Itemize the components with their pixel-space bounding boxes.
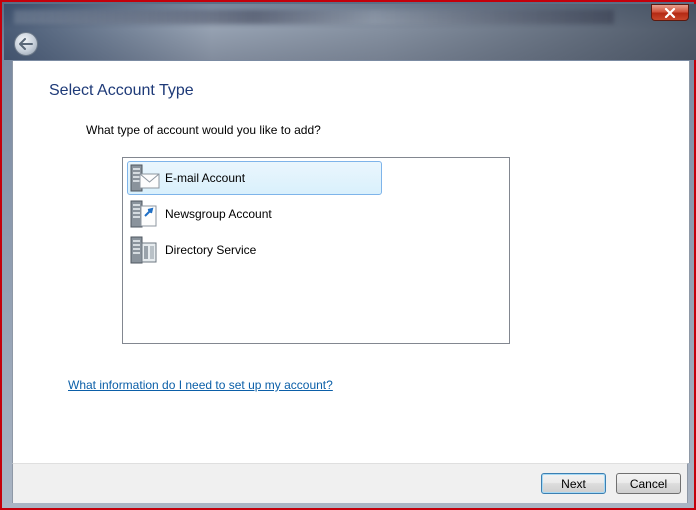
newsgroup-account-icon <box>130 200 157 228</box>
directory-service-icon <box>130 236 157 264</box>
list-item-label: Directory Service <box>165 243 257 257</box>
wizard-window: Select Account Type What type of account… <box>0 0 696 510</box>
back-button[interactable] <box>14 32 38 56</box>
cancel-button[interactable]: Cancel <box>616 473 681 494</box>
list-item-label: E-mail Account <box>165 171 246 185</box>
list-item-directory-service[interactable]: Directory Service <box>127 233 382 267</box>
list-item-label: Newsgroup Account <box>165 207 272 221</box>
email-account-icon <box>130 164 160 192</box>
list-item-email-account[interactable]: E-mail Account <box>127 161 382 195</box>
help-link[interactable]: What information do I need to set up my … <box>68 378 333 392</box>
wizard-content: Select Account Type What type of account… <box>12 61 690 463</box>
close-icon <box>664 7 676 18</box>
blurred-background-text <box>14 10 614 24</box>
question-text: What type of account would you like to a… <box>86 123 321 137</box>
page-title: Select Account Type <box>49 82 194 99</box>
next-button[interactable]: Next <box>541 473 606 494</box>
list-item-newsgroup-account[interactable]: Newsgroup Account <box>127 197 382 231</box>
button-bar: Next Cancel <box>12 463 688 503</box>
account-type-list[interactable]: E-mail Account Newsgroup Account Directo… <box>122 157 510 344</box>
close-button[interactable] <box>651 4 689 21</box>
title-bar[interactable] <box>4 4 696 60</box>
back-arrow-icon <box>19 38 33 50</box>
